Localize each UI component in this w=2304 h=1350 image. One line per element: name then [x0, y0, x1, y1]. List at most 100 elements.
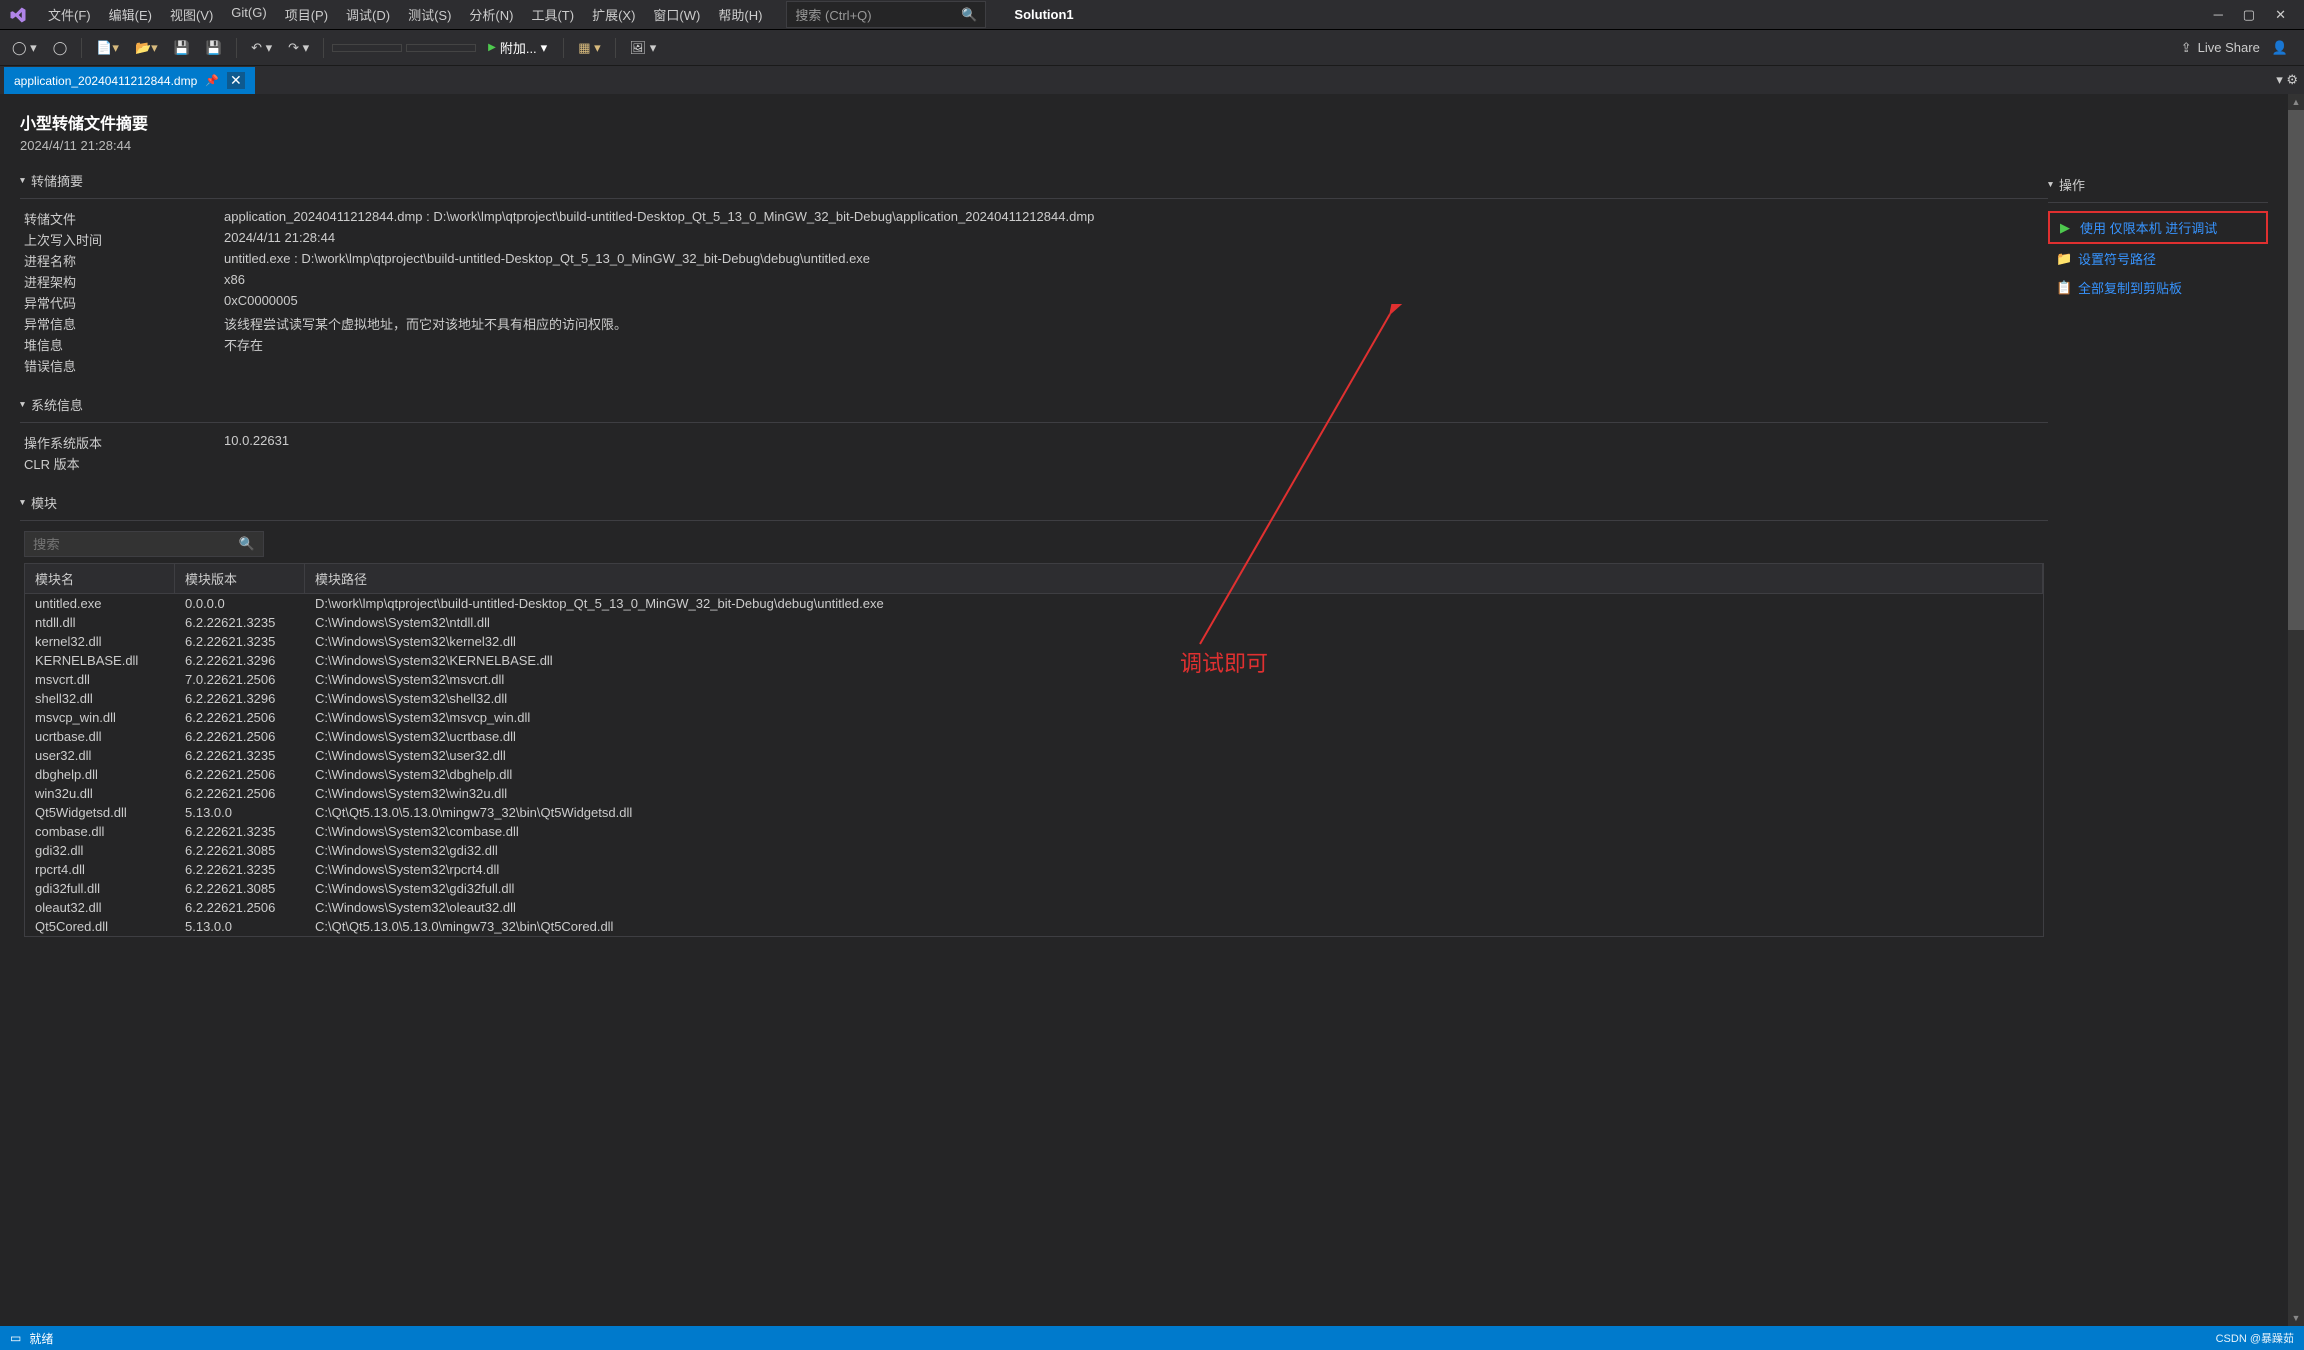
- toolbar-btn-1[interactable]: ▦ ▾: [572, 36, 606, 60]
- pin-icon[interactable]: 📌: [205, 74, 219, 87]
- undo-button[interactable]: ↶ ▾: [245, 36, 278, 60]
- kv-key: 操作系统版本: [24, 433, 214, 452]
- table-cell: 7.0.22621.2506: [175, 670, 305, 689]
- col-version[interactable]: 模块版本: [175, 564, 305, 593]
- kv-key: CLR 版本: [24, 454, 214, 473]
- output-icon[interactable]: ▭: [10, 1331, 21, 1345]
- live-share-button[interactable]: ⇪ Live Share: [2181, 40, 2260, 56]
- toolbar-btn-2[interactable]: 🖼 ▾: [624, 36, 663, 60]
- table-row[interactable]: KERNELBASE.dll6.2.22621.3296C:\Windows\S…: [25, 651, 2043, 670]
- minimize-button[interactable]: ─: [2214, 7, 2223, 23]
- caret-icon: ▴: [20, 399, 25, 410]
- table-row[interactable]: win32u.dll6.2.22621.2506C:\Windows\Syste…: [25, 784, 2043, 803]
- kv-key: 堆信息: [24, 335, 214, 354]
- menu-item[interactable]: 工具(T): [523, 1, 582, 28]
- table-cell: C:\Windows\System32\msvcrt.dll: [305, 670, 2043, 689]
- scrollbar-thumb[interactable]: [2288, 110, 2304, 630]
- config-dropdown[interactable]: [332, 44, 402, 52]
- table-cell: 6.2.22621.2506: [175, 727, 305, 746]
- table-cell: 0.0.0.0: [175, 594, 305, 613]
- table-row[interactable]: Qt5Cored.dll5.13.0.0C:\Qt\Qt5.13.0\5.13.…: [25, 917, 2043, 936]
- table-cell: C:\Windows\System32\oleaut32.dll: [305, 898, 2043, 917]
- global-search-input[interactable]: 搜索 (Ctrl+Q) 🔍: [786, 1, 986, 28]
- action-copy-all[interactable]: 📋 全部复制到剪贴板: [2048, 273, 2268, 302]
- col-path[interactable]: 模块路径: [305, 564, 2043, 593]
- maximize-button[interactable]: ▢: [2243, 7, 2255, 23]
- account-icon[interactable]: 👤: [2272, 40, 2288, 56]
- vertical-scrollbar[interactable]: ▲ ▼: [2288, 94, 2304, 1326]
- table-cell: ucrtbase.dll: [25, 727, 175, 746]
- caret-icon: ▴: [20, 175, 25, 186]
- table-row[interactable]: msvcrt.dll7.0.22621.2506C:\Windows\Syste…: [25, 670, 2043, 689]
- search-icon: 🔍: [239, 536, 255, 552]
- platform-dropdown[interactable]: [406, 44, 476, 52]
- save-all-button[interactable]: 💾: [200, 36, 228, 60]
- table-cell: C:\Windows\System32\msvcp_win.dll: [305, 708, 2043, 727]
- table-row[interactable]: dbghelp.dll6.2.22621.2506C:\Windows\Syst…: [25, 765, 2043, 784]
- tab-close-button[interactable]: ✕: [227, 72, 245, 89]
- active-tab[interactable]: application_20240411212844.dmp 📌 ✕: [4, 67, 255, 94]
- save-button[interactable]: 💾: [168, 36, 196, 60]
- table-row[interactable]: rpcrt4.dll6.2.22621.3235C:\Windows\Syste…: [25, 860, 2043, 879]
- kv-value: [224, 356, 2044, 375]
- section-header-actions[interactable]: ▴ 操作: [2048, 167, 2268, 203]
- table-row[interactable]: combase.dll6.2.22621.3235C:\Windows\Syst…: [25, 822, 2043, 841]
- menu-item[interactable]: 编辑(E): [101, 1, 160, 28]
- menu-item[interactable]: 分析(N): [461, 1, 521, 28]
- menu-item[interactable]: Git(G): [223, 1, 274, 28]
- module-search[interactable]: 🔍: [24, 531, 264, 557]
- table-row[interactable]: kernel32.dll6.2.22621.3235C:\Windows\Sys…: [25, 632, 2043, 651]
- table-row[interactable]: untitled.exe0.0.0.0D:\work\lmp\qtproject…: [25, 594, 2043, 613]
- table-cell: C:\Windows\System32\KERNELBASE.dll: [305, 651, 2043, 670]
- scroll-up-arrow[interactable]: ▲: [2288, 94, 2304, 110]
- action-set-symbol-path[interactable]: 📁 设置符号路径: [2048, 244, 2268, 273]
- table-cell: C:\Windows\System32\win32u.dll: [305, 784, 2043, 803]
- section-header-sys[interactable]: ▴ 系统信息: [20, 387, 2048, 423]
- section-header-modules[interactable]: ▴ 模块: [20, 485, 2048, 521]
- table-cell: 6.2.22621.2506: [175, 898, 305, 917]
- action-debug-native[interactable]: ▶ 使用 仅限本机 进行调试: [2048, 211, 2268, 244]
- table-row[interactable]: Qt5Widgetsd.dll5.13.0.0C:\Qt\Qt5.13.0\5.…: [25, 803, 2043, 822]
- kv-key: 进程架构: [24, 272, 214, 291]
- tab-options-dropdown[interactable]: ▾ ⚙: [2276, 72, 2298, 88]
- table-row[interactable]: gdi32.dll6.2.22621.3085C:\Windows\System…: [25, 841, 2043, 860]
- table-cell: untitled.exe: [25, 594, 175, 613]
- menu-item[interactable]: 文件(F): [40, 1, 99, 28]
- redo-button[interactable]: ↷ ▾: [282, 36, 315, 60]
- table-row[interactable]: msvcp_win.dll6.2.22621.2506C:\Windows\Sy…: [25, 708, 2043, 727]
- menu-item[interactable]: 视图(V): [162, 1, 221, 28]
- table-cell: ntdll.dll: [25, 613, 175, 632]
- menu-item[interactable]: 窗口(W): [645, 1, 708, 28]
- tab-label: application_20240411212844.dmp: [14, 74, 197, 88]
- table-cell: C:\Windows\System32\user32.dll: [305, 746, 2043, 765]
- table-cell: msvcp_win.dll: [25, 708, 175, 727]
- section-header-dump[interactable]: ▴ 转储摘要: [20, 163, 2048, 199]
- table-row[interactable]: ntdll.dll6.2.22621.3235C:\Windows\System…: [25, 613, 2043, 632]
- table-cell: 5.13.0.0: [175, 803, 305, 822]
- table-row[interactable]: shell32.dll6.2.22621.3296C:\Windows\Syst…: [25, 689, 2043, 708]
- menu-item[interactable]: 帮助(H): [710, 1, 770, 28]
- window-controls: ─ ▢ ✕: [2214, 7, 2296, 23]
- table-row[interactable]: oleaut32.dll6.2.22621.2506C:\Windows\Sys…: [25, 898, 2043, 917]
- menu-item[interactable]: 扩展(X): [584, 1, 643, 28]
- table-cell: kernel32.dll: [25, 632, 175, 651]
- col-name[interactable]: 模块名: [25, 564, 175, 593]
- table-row[interactable]: gdi32full.dll6.2.22621.3085C:\Windows\Sy…: [25, 879, 2043, 898]
- table-row[interactable]: user32.dll6.2.22621.3235C:\Windows\Syste…: [25, 746, 2043, 765]
- menu-item[interactable]: 测试(S): [400, 1, 459, 28]
- table-cell: dbghelp.dll: [25, 765, 175, 784]
- scroll-down-arrow[interactable]: ▼: [2288, 1310, 2304, 1326]
- table-row[interactable]: ucrtbase.dll6.2.22621.2506C:\Windows\Sys…: [25, 727, 2043, 746]
- table-cell: 6.2.22621.3235: [175, 746, 305, 765]
- table-cell: win32u.dll: [25, 784, 175, 803]
- module-search-input[interactable]: [33, 537, 233, 552]
- nav-fwd-button[interactable]: ◯: [47, 36, 74, 60]
- close-button[interactable]: ✕: [2275, 7, 2286, 23]
- menu-item[interactable]: 项目(P): [277, 1, 336, 28]
- attach-button[interactable]: 附加... ▾: [480, 34, 555, 61]
- table-cell: C:\Windows\System32\gdi32full.dll: [305, 879, 2043, 898]
- open-file-button[interactable]: 📂▾: [129, 36, 164, 60]
- new-project-button[interactable]: 📄▾: [90, 36, 125, 60]
- nav-back-button[interactable]: ◯ ▾: [6, 36, 43, 60]
- menu-item[interactable]: 调试(D): [338, 1, 398, 28]
